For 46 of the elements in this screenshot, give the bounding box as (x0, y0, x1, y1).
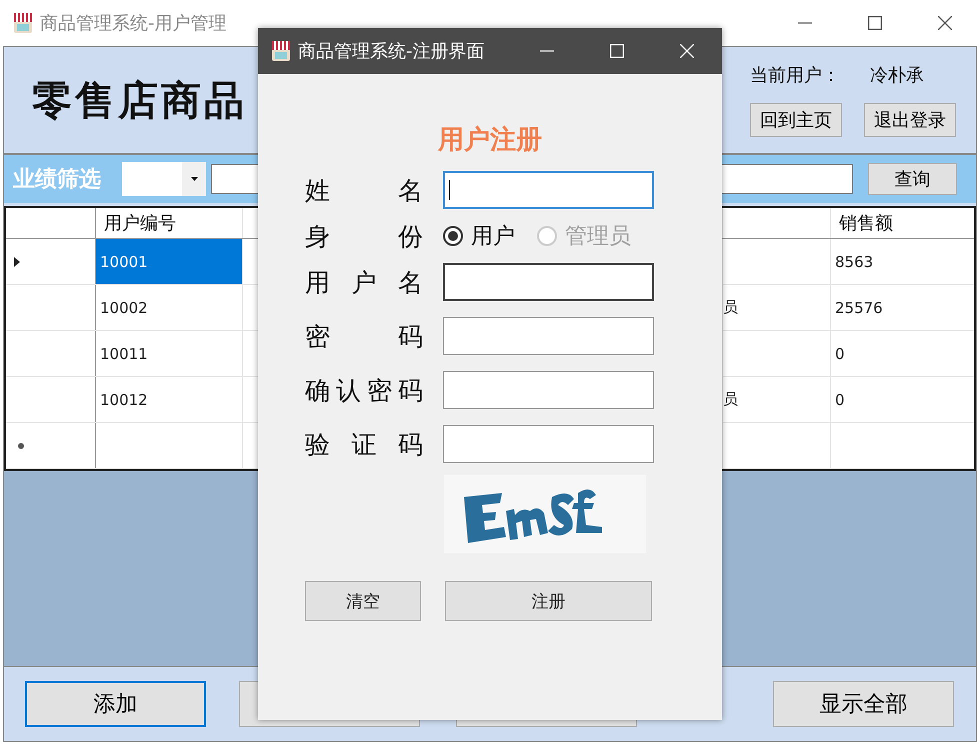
dialog-title: 商品管理系统-注册界面 (298, 40, 484, 63)
action-button[interactable]: 添加 (25, 681, 206, 727)
field-label: 密 码 (305, 320, 423, 352)
input-field[interactable] (443, 425, 654, 463)
table-cell: 员 (723, 377, 831, 422)
field-label: 用 户 名 (305, 266, 423, 298)
search-button[interactable]: 查询 (868, 163, 957, 195)
table-cell: 10011 (96, 331, 243, 376)
app-icon (12, 12, 34, 34)
text-cursor (449, 180, 450, 200)
app-icon (270, 40, 292, 62)
clear-button[interactable]: 清空 (305, 581, 421, 621)
action-button[interactable]: 显示全部 (773, 681, 954, 727)
window-title: 商品管理系统-用户管理 (40, 12, 226, 35)
input-field[interactable] (443, 263, 654, 301)
radio-label: 用户 (471, 223, 515, 251)
field-label: 姓 名 (305, 174, 423, 206)
current-user-label: 当前用户： (750, 64, 840, 87)
field-label: 验 证 码 (305, 428, 423, 460)
radio-button[interactable] (443, 226, 463, 246)
input-field[interactable] (443, 317, 654, 355)
column-header: 用户编号 (96, 208, 243, 238)
table-cell-text: 0 (834, 344, 846, 364)
table-cell: 10002 (96, 285, 243, 330)
field-label: 身 份 (305, 220, 423, 252)
table-cell: 10001 (96, 239, 243, 284)
table-cell-text: 0 (834, 390, 846, 410)
table-cell: 10012 (96, 377, 243, 422)
header-button[interactable]: 退出登录 (864, 103, 956, 137)
caret-icon (190, 177, 198, 181)
table-cell-text: 8563 (834, 252, 874, 272)
register-button[interactable]: 注册 (445, 581, 652, 621)
field-label: 确认密码 (305, 374, 423, 406)
close-icon[interactable] (938, 16, 952, 30)
logo-title: 零售店商品 (32, 76, 247, 124)
maximize-icon[interactable] (868, 16, 882, 30)
table-cell-text: 25576 (834, 298, 884, 318)
input-field[interactable] (443, 371, 654, 409)
radio-label: 管理员 (565, 223, 631, 251)
column-header: 销售额 (838, 212, 894, 236)
filter-label: 业绩筛选 (13, 166, 102, 194)
table-cell: 员 (723, 285, 831, 330)
input-field[interactable] (443, 171, 654, 209)
current-user-name: 冷朴承 (870, 64, 924, 87)
form-heading: 用户注册 (438, 124, 542, 157)
header-button[interactable]: 回到主页 (750, 103, 842, 137)
